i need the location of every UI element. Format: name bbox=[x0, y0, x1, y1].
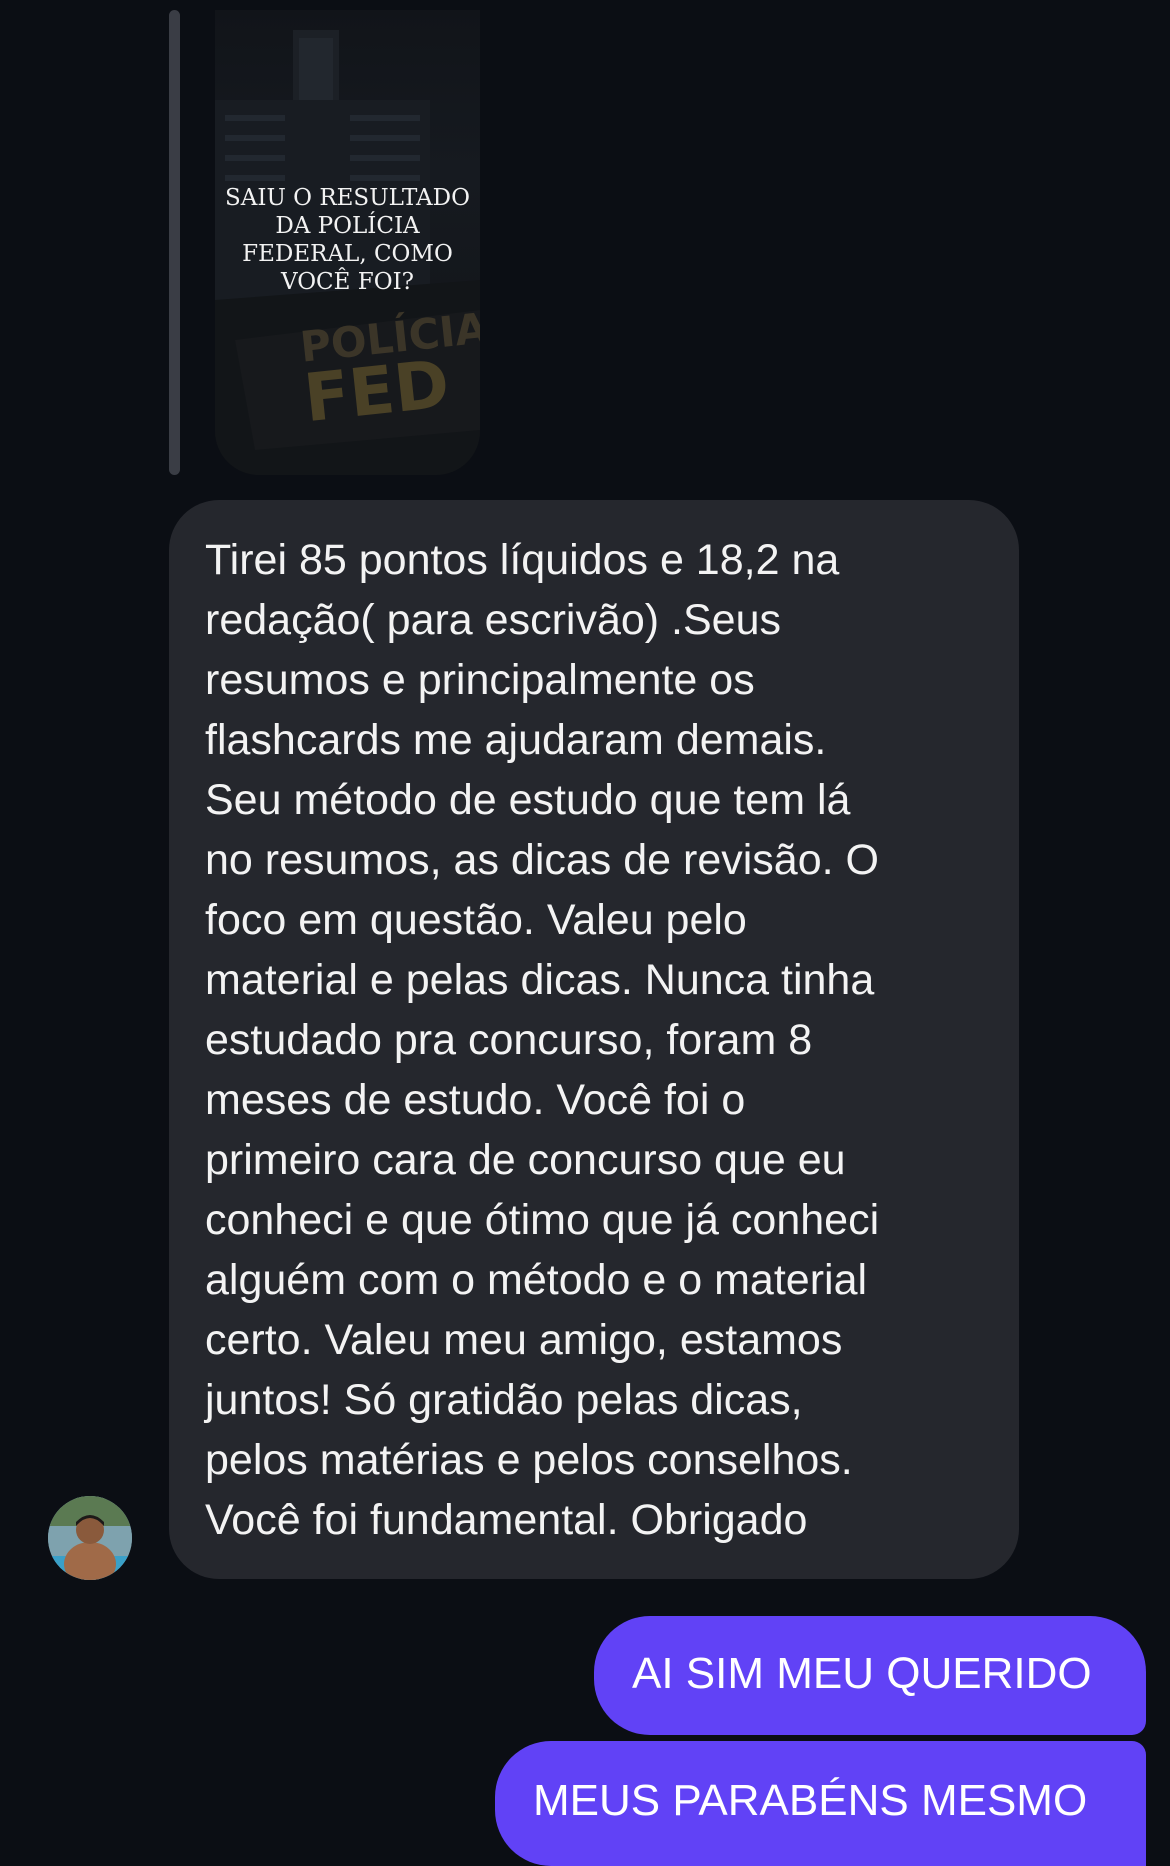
outgoing-message-bubble[interactable]: MEUS PARABÉNS MESMO bbox=[495, 1741, 1146, 1866]
outgoing-message-text: AI SIM MEU QUERIDO bbox=[632, 1649, 1092, 1698]
incoming-message-bubble[interactable]: Tirei 85 pontos líquidos e 18,2 na redaç… bbox=[169, 500, 1019, 1579]
svg-text:FED: FED bbox=[301, 345, 453, 437]
outgoing-message-text: MEUS PARABÉNS MESMO bbox=[533, 1776, 1088, 1825]
sender-avatar[interactable] bbox=[48, 1496, 132, 1580]
user-avatar-icon bbox=[48, 1496, 132, 1580]
story-reply-indicator-bar bbox=[169, 10, 180, 475]
story-caption: SAIU O RESULTADO DA POLÍCIA FEDERAL, COM… bbox=[225, 185, 470, 295]
story-reply-thumbnail[interactable]: POLÍCIA FED SAIU O RESULTADO DA POLÍCIA … bbox=[215, 10, 480, 475]
incoming-message-text: Tirei 85 pontos líquidos e 18,2 na redaç… bbox=[205, 536, 880, 1544]
outgoing-message-bubble[interactable]: AI SIM MEU QUERIDO bbox=[594, 1616, 1146, 1735]
